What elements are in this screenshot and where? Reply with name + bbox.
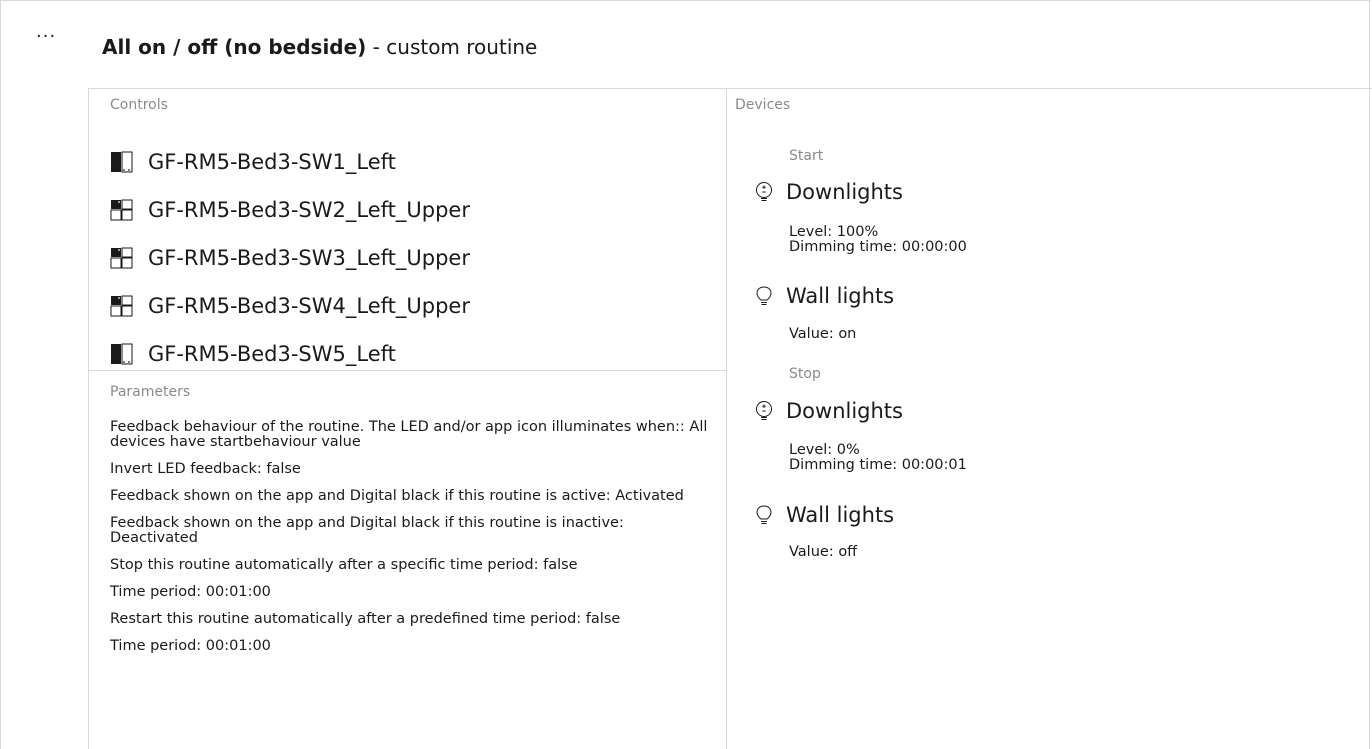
control-item[interactable]: GF-RM5-Bed3-SW2_Left_Upper [110, 186, 470, 234]
device-detail: Level: 0% [789, 442, 860, 458]
parameter-item: Time period: 00:01:00 [110, 584, 271, 600]
control-name: GF-RM5-Bed3-SW3_Left_Upper [148, 246, 470, 270]
devices-section-label: Devices [735, 97, 791, 113]
more-options-button[interactable]: ··· [36, 28, 56, 46]
device-item-stop-wall-lights[interactable]: Wall lights [753, 503, 894, 527]
control-name: GF-RM5-Bed3-SW4_Left_Upper [148, 294, 470, 318]
routine-type: custom routine [386, 35, 538, 59]
control-name: GF-RM5-Bed3-SW2_Left_Upper [148, 198, 470, 222]
control-name: GF-RM5-Bed3-SW1_Left [148, 150, 396, 174]
single-switch-icon [110, 342, 140, 366]
parameter-item: Stop this routine automatically after a … [110, 557, 578, 573]
device-name: Wall lights [786, 284, 895, 308]
control-item[interactable]: GF-RM5-Bed3-SW3_Left_Upper [110, 234, 470, 282]
device-item-start-wall-lights[interactable]: Wall lights [753, 284, 894, 308]
single-switch-icon [110, 150, 140, 174]
title-separator: - [366, 35, 387, 59]
controls-list: GF-RM5-Bed3-SW1_Left GF-RM5-Bed3-SW2_Lef… [110, 138, 470, 378]
parameter-item: Feedback shown on the app and Digital bl… [110, 515, 624, 546]
device-item-stop-downlights[interactable]: Downlights [753, 399, 903, 423]
quad-switch-icon [110, 198, 140, 222]
parameters-section-label: Parameters [110, 384, 191, 400]
dimmable-bulb-icon [753, 400, 775, 422]
device-detail: Level: 100% [789, 224, 879, 240]
device-name: Downlights [786, 399, 903, 423]
parameter-item: Invert LED feedback: false [110, 461, 301, 477]
parameter-item: Feedback shown on the app and Digital bl… [110, 488, 684, 504]
device-item-start-downlights[interactable]: Downlights [753, 180, 903, 204]
dimmable-bulb-icon [753, 181, 775, 203]
parameters-divider [89, 370, 726, 371]
control-name: GF-RM5-Bed3-SW5_Left [148, 342, 396, 366]
start-phase-label: Start [789, 148, 824, 164]
parameter-item: Feedback behaviour of the routine. The L… [110, 419, 708, 450]
bulb-icon [753, 285, 775, 307]
quad-switch-icon [110, 246, 140, 270]
control-item[interactable]: GF-RM5-Bed3-SW4_Left_Upper [110, 282, 470, 330]
quad-switch-icon [110, 294, 140, 318]
device-detail: Value: on [789, 326, 857, 342]
routine-header: All on / off (no bedside) - custom routi… [102, 34, 537, 60]
device-detail: Dimming time: 00:00:01 [789, 457, 967, 473]
parameter-item: Time period: 00:01:00 [110, 638, 271, 654]
device-name: Downlights [786, 180, 903, 204]
routine-title: All on / off (no bedside) [102, 35, 367, 59]
parameter-item: Restart this routine automatically after… [110, 611, 621, 627]
device-detail: Dimming time: 00:00:00 [789, 239, 967, 255]
bulb-icon [753, 504, 775, 526]
device-detail: Value: off [789, 544, 858, 560]
stop-phase-label: Stop [789, 366, 821, 382]
control-item[interactable]: GF-RM5-Bed3-SW1_Left [110, 138, 470, 186]
parameters-list: Feedback behaviour of the routine. The L… [110, 420, 710, 666]
controls-section-label: Controls [110, 97, 168, 113]
device-name: Wall lights [786, 503, 895, 527]
